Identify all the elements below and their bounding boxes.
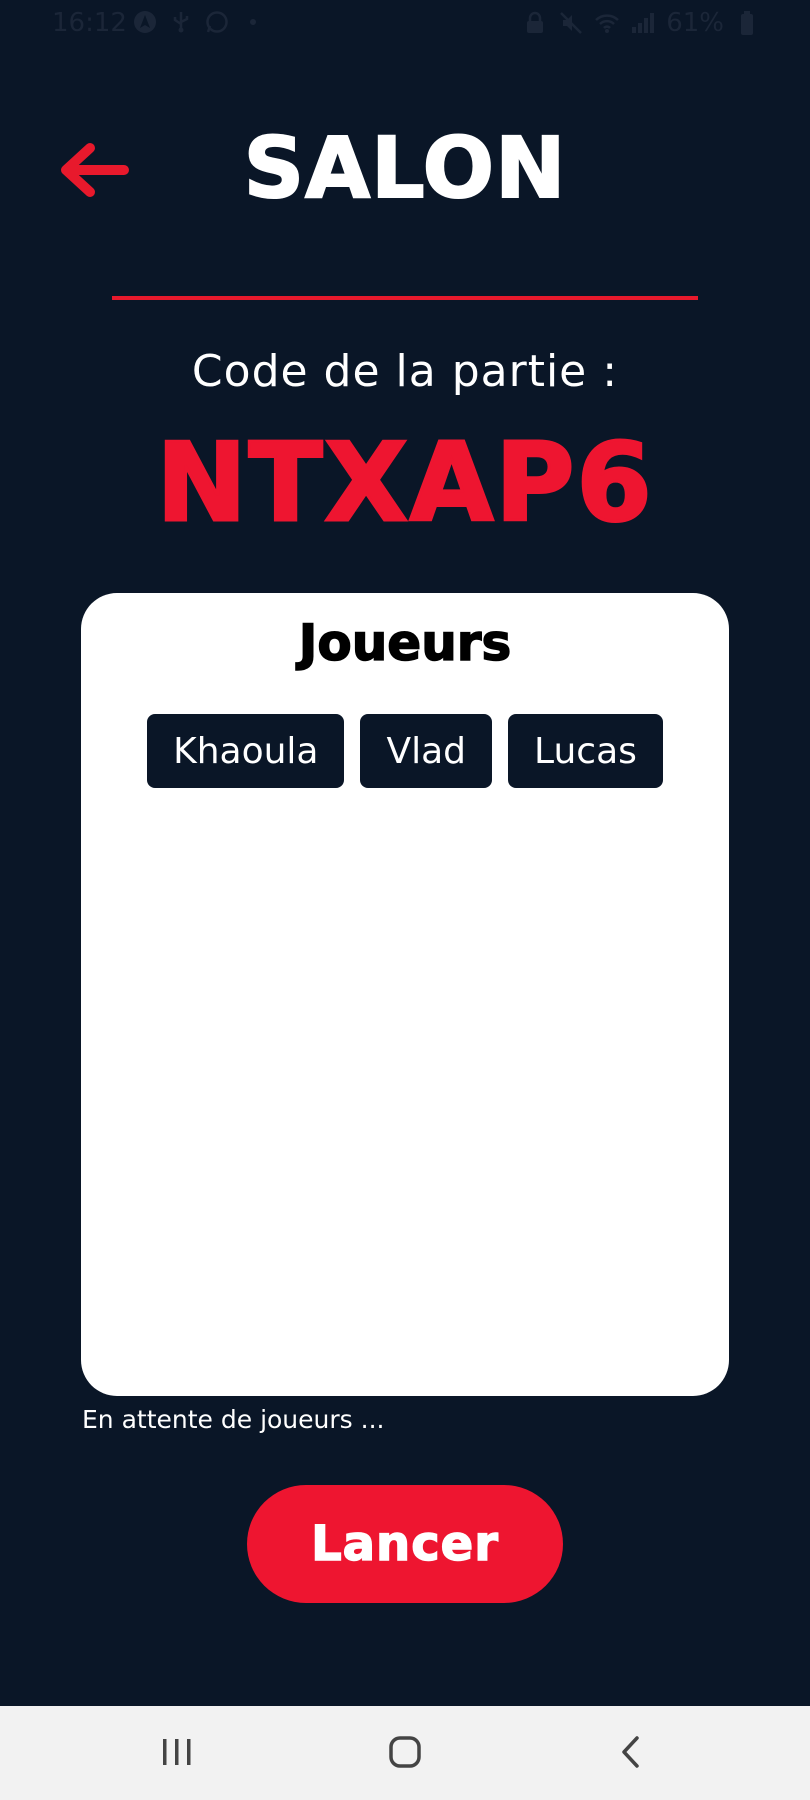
player-chip: Khaoula (147, 714, 345, 788)
players-list: Khaoula Vlad Lucas (81, 714, 729, 788)
header-divider (112, 296, 698, 300)
android-auto-icon (132, 9, 158, 35)
status-time: 16:12 (52, 8, 127, 38)
game-code: NTXAP6 (155, 420, 654, 547)
signal-icon (630, 10, 656, 36)
game-code-label: Code de la partie : (191, 346, 619, 397)
status-bar: 16:12 61% (0, 0, 810, 50)
recent-apps-button[interactable] (137, 1722, 217, 1782)
wifi-icon (594, 10, 620, 36)
page-title: SALON (243, 118, 567, 218)
waiting-status-text: En attente de joueurs ... (82, 1405, 385, 1434)
system-navigation-bar (0, 1706, 810, 1800)
usb-icon (168, 9, 194, 35)
status-notification-icons (132, 9, 266, 35)
dot-icon (240, 9, 266, 35)
players-title: Joueurs (298, 613, 512, 673)
battery-icon (734, 10, 760, 36)
player-chip: Vlad (360, 714, 493, 788)
lock-icon (522, 10, 548, 36)
mute-icon (558, 10, 584, 36)
battery-percentage: 61% (666, 8, 724, 38)
system-back-button[interactable] (591, 1722, 671, 1782)
home-button[interactable] (365, 1722, 445, 1782)
players-card: Joueurs Khaoula Vlad Lucas (81, 593, 729, 1396)
status-system-icons: 61% (522, 8, 760, 38)
launch-button[interactable]: Lancer (247, 1485, 563, 1603)
player-chip: Lucas (508, 714, 663, 788)
home-icon (389, 1736, 421, 1768)
whatsapp-icon (204, 9, 230, 35)
back-icon (622, 1736, 639, 1768)
lobby-screen: 16:12 61% SALON Code de la partie: NTXA… (0, 0, 810, 1800)
recent-apps-icon (163, 1739, 191, 1765)
